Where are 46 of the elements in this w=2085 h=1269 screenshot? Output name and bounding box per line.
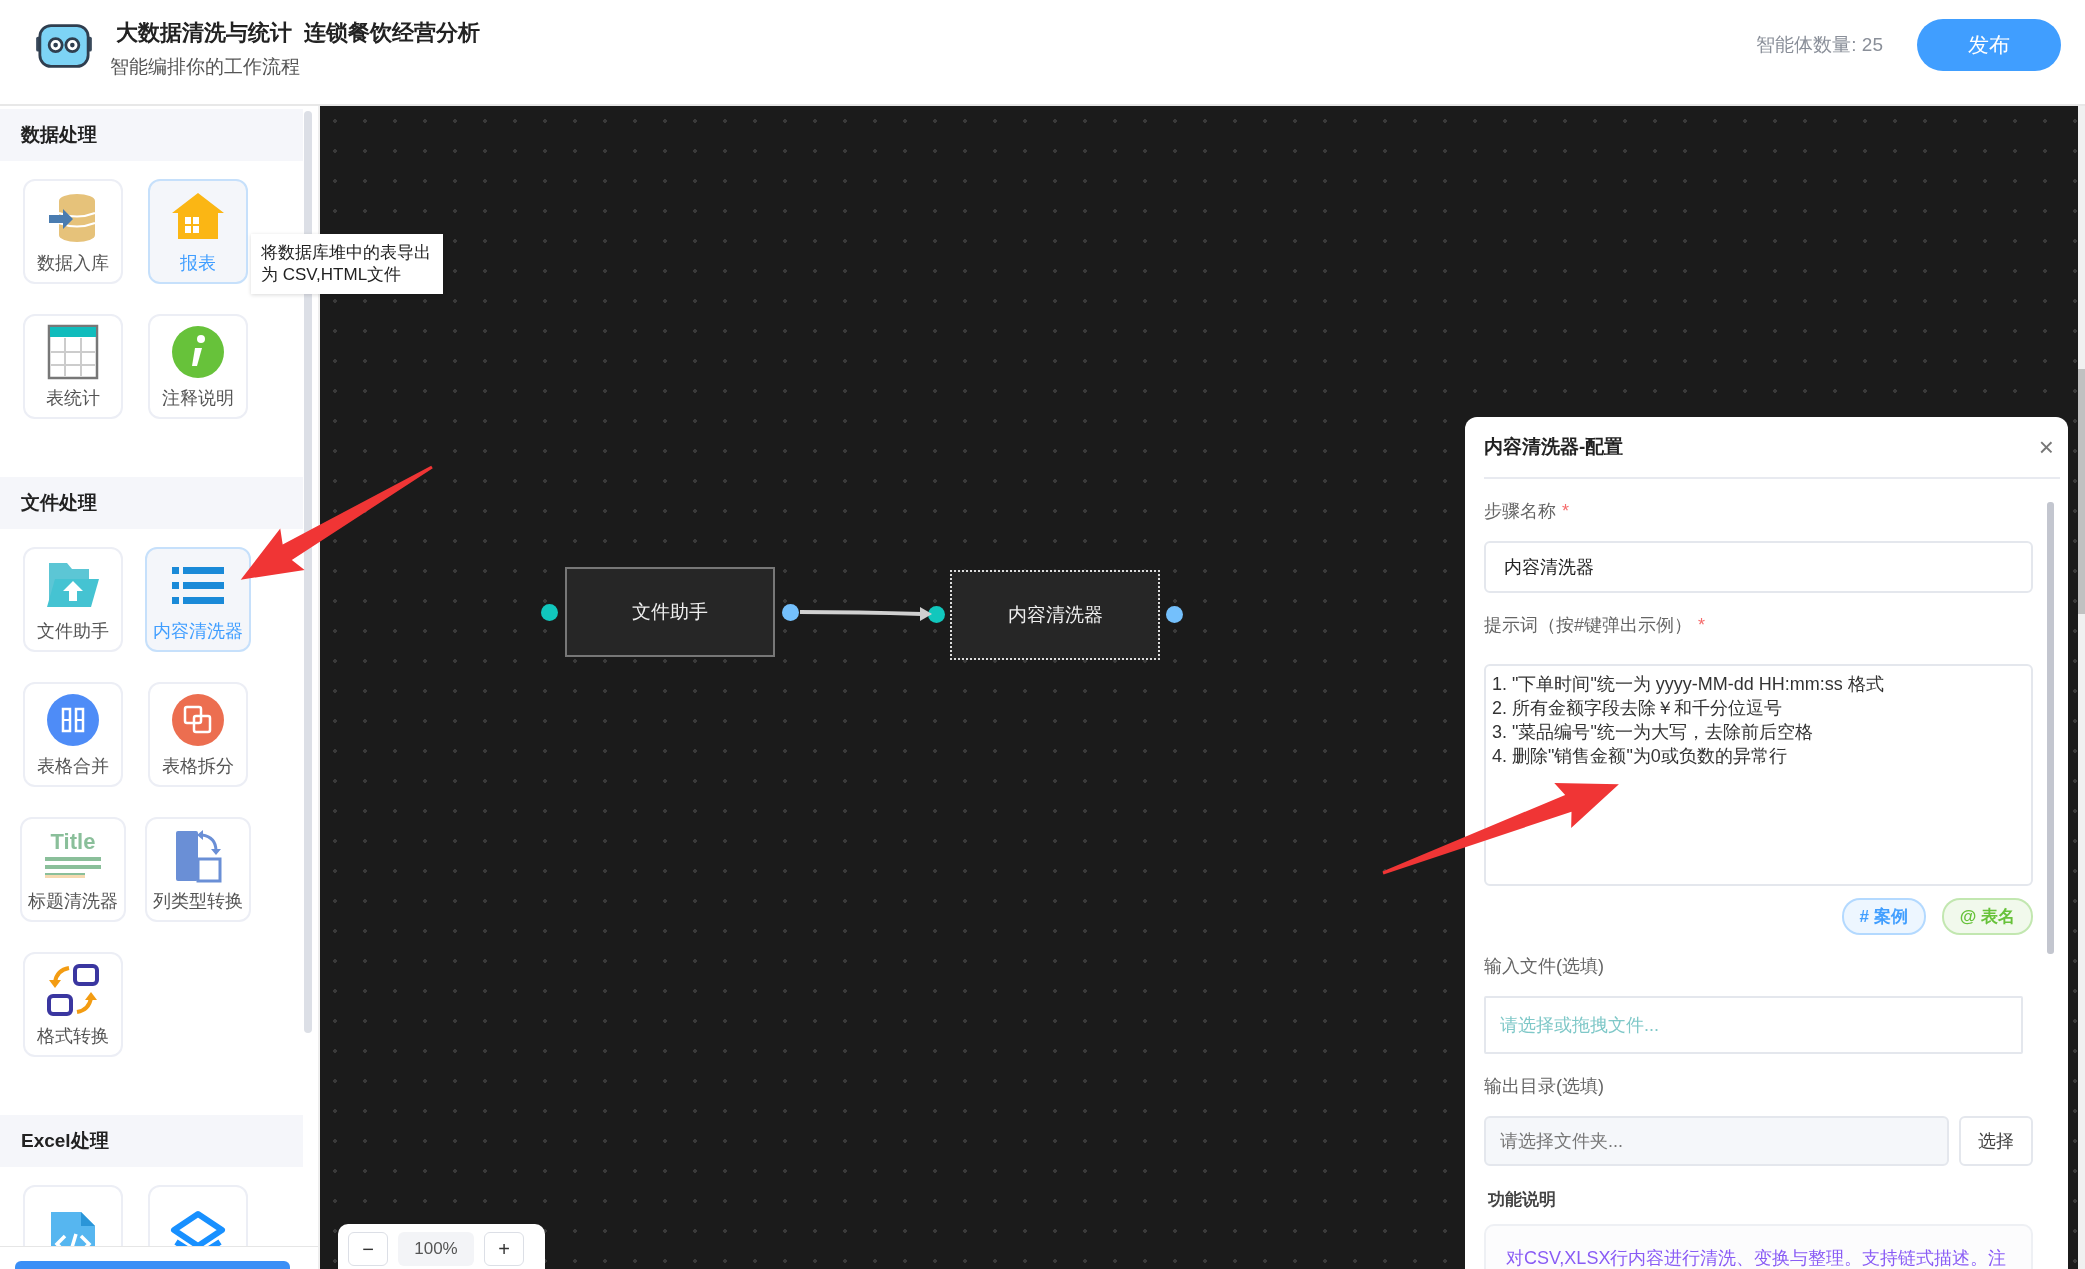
merge-icon (44, 691, 101, 748)
output-dir-field[interactable]: 请选择文件夹... (1484, 1116, 1949, 1166)
tool-tile[interactable]: 文件助手 (22, 547, 123, 652)
agent-count: 智能体数量: 25 (1756, 33, 1883, 57)
scrollbar[interactable] (2078, 369, 2085, 614)
tool-tile[interactable]: 数据入库 (22, 179, 123, 284)
zoom-in-button[interactable]: + (484, 1232, 524, 1266)
tool-tile[interactable]: Title 标题清洗器 (19, 817, 126, 922)
split-icon (169, 691, 226, 748)
zoom-level: 100% (398, 1232, 474, 1266)
prompt-field[interactable]: 1. "下单时间"统一为 yyyy-MM-dd HH:mm:ss 格式 2. 所有金额字段去除￥和千分位逗号 3. "菜品编号"统一为大写，去除前后空格 4. 删除"销售金额"为0或负数的异常行 (1484, 664, 2033, 886)
tooltip: 将数据库堆中的表导出为 CSV,HTML文件 (251, 234, 443, 294)
section-heading: Excel处理 (0, 1115, 303, 1167)
close-button[interactable]: × (2034, 431, 2058, 463)
tool-tile[interactable]: 表格拆分 (147, 682, 248, 787)
section-heading: 文件处理 (0, 477, 303, 529)
tool-tile[interactable]: 表统计 (22, 314, 123, 419)
app-subtitle: 智能编排你的工作流程 (110, 55, 301, 79)
app-title: 大数据清洗与统计 连锁餐饮经营分析 (116, 19, 482, 47)
panel-title: 内容清洗器-配置 (1484, 435, 1624, 459)
field-label: 输入文件(选填) (1484, 955, 1605, 978)
info-icon (169, 323, 226, 380)
tool-tile[interactable]: 注释说明 (147, 314, 248, 419)
flow-node[interactable]: 文件助手 (565, 567, 775, 657)
required-mark: * (1562, 501, 1569, 521)
tool-tile[interactable]: 列类型转换 (144, 817, 251, 922)
step-name-field[interactable]: 内容清洗器 (1484, 541, 2033, 593)
field-label: 输出目录(选填) (1484, 1075, 1605, 1098)
field-label: 提示词（按#键弹出示例） (1484, 615, 1692, 635)
input-file-field[interactable]: 请选择或拖拽文件... (1484, 996, 2023, 1054)
tool-tile[interactable]: 表格合并 (22, 682, 123, 787)
output-port[interactable] (782, 604, 799, 621)
flow-node[interactable]: 内容清洗器 (950, 570, 1160, 660)
scrollbar[interactable] (2047, 502, 2054, 954)
choose-button[interactable]: 选择 (1959, 1116, 2033, 1166)
section-heading: 数据处理 (0, 109, 303, 161)
description-text: 对CSV,XLSX行内容进行清洗、变换与整理。支持链式描述。注 (1506, 1248, 2007, 1268)
input-port[interactable] (541, 604, 558, 621)
required-mark: * (1698, 615, 1706, 635)
input-port[interactable] (928, 606, 945, 623)
zoom-out-button[interactable]: − (348, 1232, 388, 1266)
tool-tile[interactable]: 格式转换 (22, 952, 123, 1057)
swap-arrows-icon (44, 961, 101, 1018)
field-label: 步骤名称 (1484, 501, 1556, 521)
section-heading: 功能说明 (1488, 1189, 1557, 1211)
output-port[interactable] (1166, 606, 1183, 623)
